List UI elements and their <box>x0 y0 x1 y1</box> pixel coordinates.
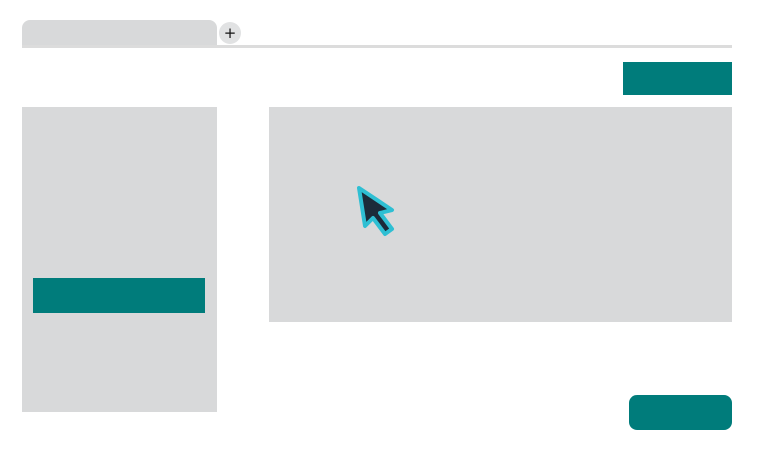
browser-tab[interactable] <box>22 20 217 48</box>
plus-icon: + <box>223 24 237 42</box>
submit-button[interactable] <box>629 395 732 430</box>
tab-strip-divider <box>22 45 732 48</box>
sidebar-item-selected[interactable] <box>33 278 205 313</box>
new-tab-button[interactable]: + <box>219 22 241 44</box>
primary-action-button[interactable] <box>623 62 732 95</box>
sidebar-panel <box>22 107 217 412</box>
main-content-panel[interactable] <box>269 107 732 322</box>
